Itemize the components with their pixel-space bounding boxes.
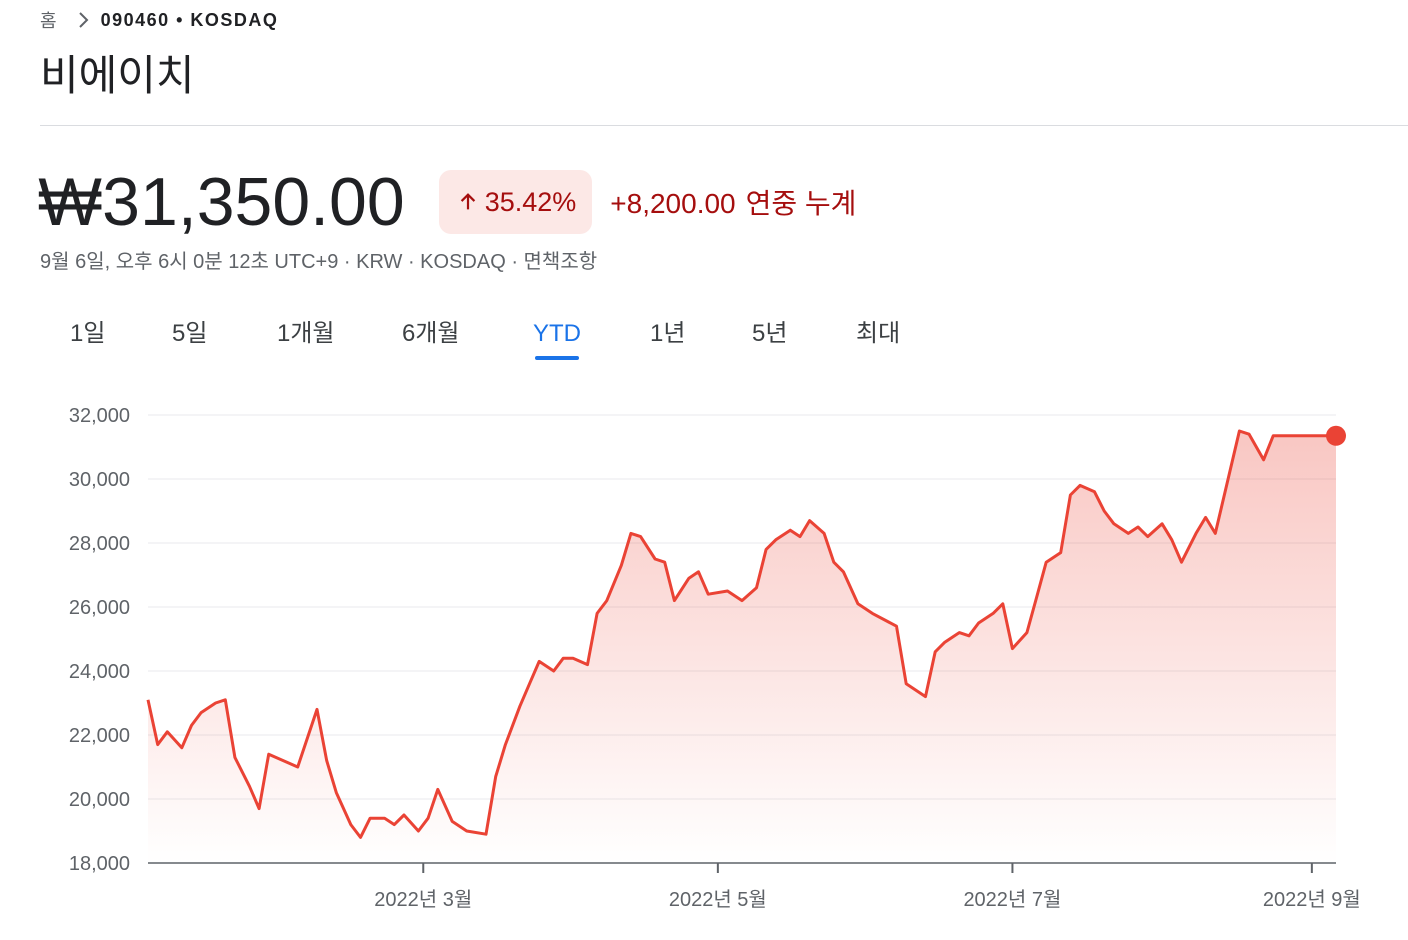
divider <box>40 125 1408 126</box>
tab-1[interactable]: 5일 <box>172 312 207 356</box>
y-tick-label: 22,000 <box>69 725 130 747</box>
active-tab-indicator <box>535 356 579 360</box>
page-title: 비에이치 <box>40 51 195 100</box>
percent-change: 35.42% <box>484 186 577 217</box>
tab-0[interactable]: 1일 <box>70 312 105 356</box>
price-area <box>148 431 1336 863</box>
tab-4[interactable]: YTD <box>533 312 581 360</box>
tab-2[interactable]: 1개월 <box>277 312 335 356</box>
chevron-right-icon <box>78 12 88 28</box>
breadcrumb-ticker: 090460 • KOSDAQ <box>100 9 279 30</box>
percent-change-badge: 35.42% <box>438 170 593 234</box>
y-tick-label: 30,000 <box>69 469 130 491</box>
y-tick-label: 32,000 <box>69 405 130 427</box>
breadcrumb: 홈 090460 • KOSDAQ <box>40 6 278 34</box>
y-tick-label: 26,000 <box>69 597 130 619</box>
x-tick-label: 2022년 7월 <box>963 888 1061 911</box>
tab-6[interactable]: 5년 <box>752 312 787 356</box>
price-meta: 9월 6일, 오후 6시 0분 12초 UTC+9 · KRW · KOSDAQ… <box>40 251 598 273</box>
tab-3[interactable]: 6개월 <box>402 312 460 356</box>
last-price-marker <box>1326 425 1346 446</box>
absolute-change: +8,200.00 연중 누계 <box>610 182 856 222</box>
arrow-up-icon <box>460 193 475 210</box>
breadcrumb-home[interactable]: 홈 <box>40 7 57 33</box>
tab-5[interactable]: 1년 <box>650 312 685 356</box>
y-tick-label: 24,000 <box>69 661 130 683</box>
tab-7[interactable]: 최대 <box>856 312 900 356</box>
y-tick-label: 18,000 <box>69 853 130 875</box>
current-price: ₩31,350.00 <box>38 164 405 240</box>
change-amount: +8,200.00 <box>610 188 736 219</box>
x-tick-label: 2022년 9월 <box>1263 888 1361 911</box>
price-chart: 32,000 30,000 28,000 26,000 24,000 22,000 20,0… <box>69 405 1361 911</box>
x-tick-label: 2022년 3월 <box>374 888 472 911</box>
x-tick-label: 2022년 5월 <box>669 888 767 911</box>
y-tick-label: 20,000 <box>69 789 130 811</box>
price-row: ₩31,350.00 35.42% +8,200.00 연중 누계 <box>38 162 856 242</box>
y-tick-label: 28,000 <box>69 533 130 555</box>
change-period-label: 연중 누계 <box>745 188 857 219</box>
